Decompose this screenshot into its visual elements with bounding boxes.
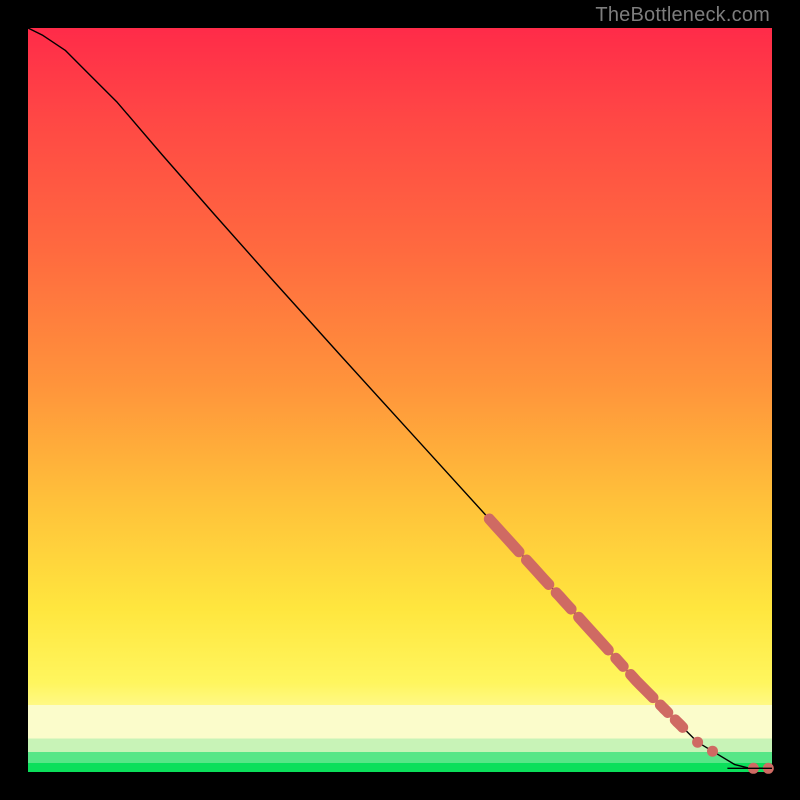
highlight-segment bbox=[675, 720, 682, 728]
highlight-segment bbox=[489, 519, 519, 552]
chart-stage: TheBottleneck.com bbox=[0, 0, 800, 800]
highlight-segment bbox=[579, 617, 609, 650]
bottleneck-curve-path bbox=[28, 28, 772, 768]
highlight-dot bbox=[692, 737, 703, 748]
highlight-segment bbox=[631, 675, 653, 698]
highlight-dot bbox=[707, 746, 718, 757]
highlight-segment bbox=[527, 560, 549, 585]
highlight-segments bbox=[489, 519, 682, 727]
highlight-segment bbox=[556, 593, 571, 609]
plot-area bbox=[28, 28, 772, 772]
chart-overlay-svg bbox=[28, 28, 772, 772]
highlight-segment bbox=[660, 705, 667, 713]
highlight-segment bbox=[616, 658, 623, 666]
watermark-text: TheBottleneck.com bbox=[595, 4, 770, 27]
